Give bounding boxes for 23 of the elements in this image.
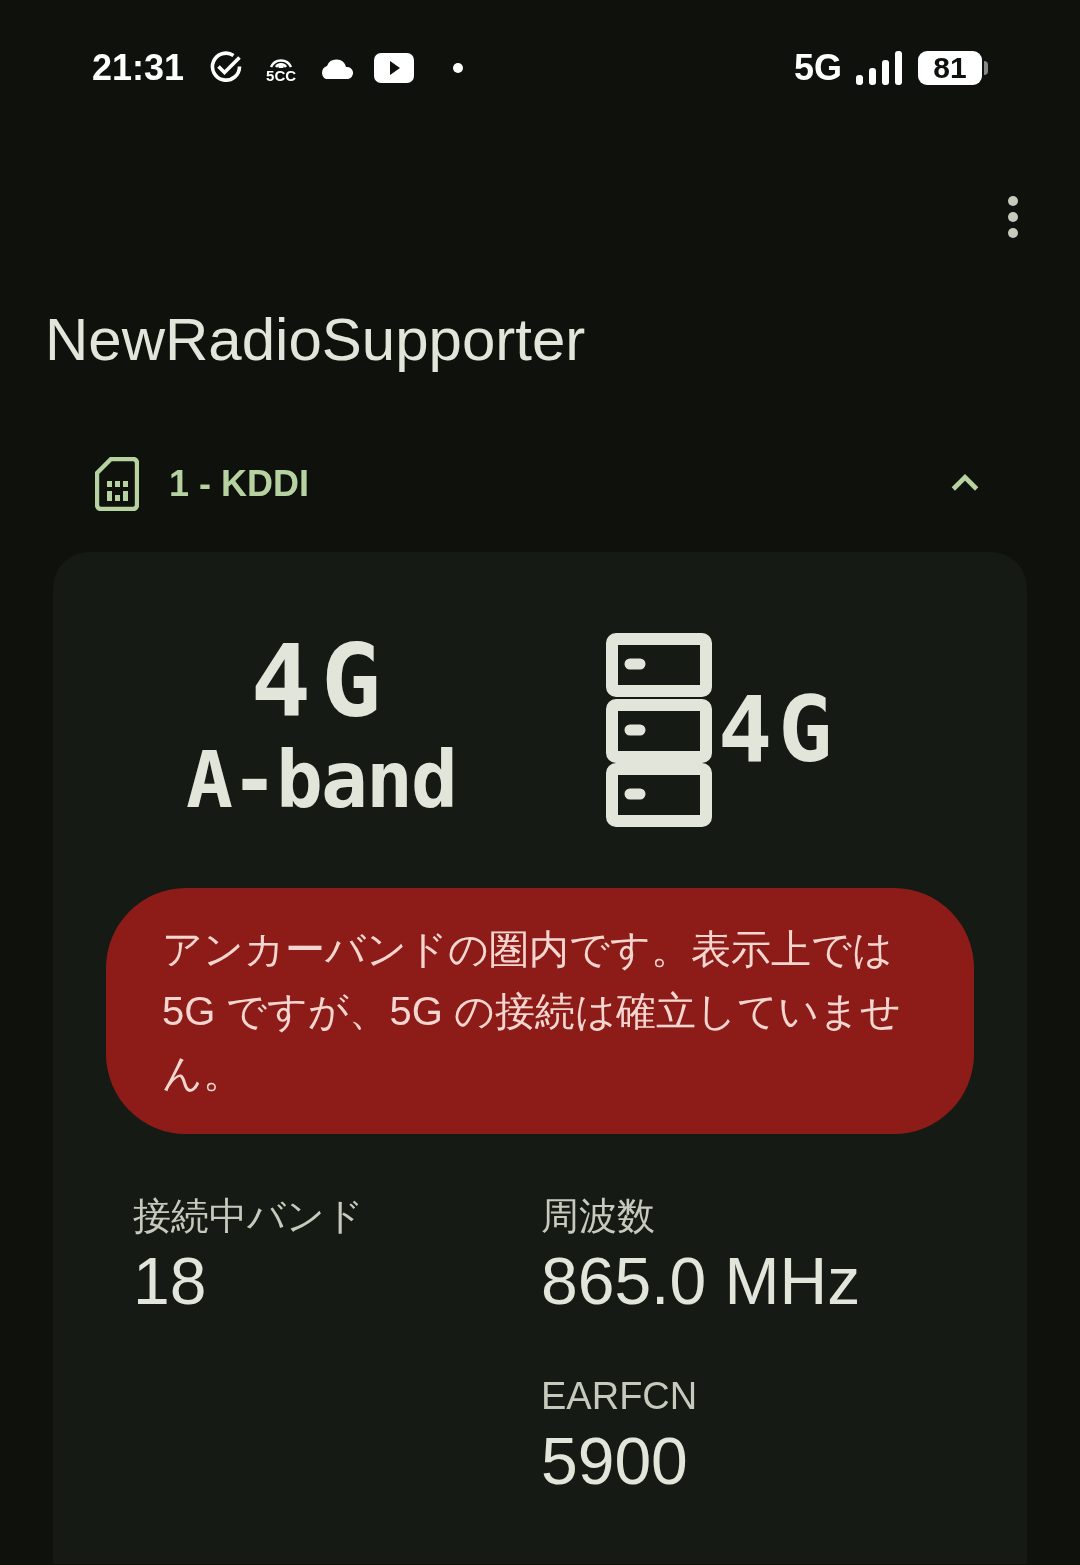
play-icon: [374, 52, 415, 83]
warning-banner: アンカーバンドの圏内です。表示上では 5G ですが、5G の接続は確立していません。: [106, 888, 974, 1134]
stacked-boxes-icon: [606, 633, 712, 827]
stack-network-label: 4G: [718, 685, 839, 775]
band-type-label: A-band: [186, 734, 456, 827]
app-title: NewRadioSupporter: [45, 305, 586, 375]
field-value: 18: [133, 1243, 207, 1320]
field-label: EARFCN: [541, 1374, 698, 1419]
dot-icon: [452, 61, 465, 74]
more-options-icon[interactable]: [1006, 195, 1020, 239]
sim-label: 1 - KDDI: [169, 461, 309, 506]
battery-indicator: 81: [918, 50, 988, 85]
field-label: 接続中バンド: [133, 1194, 364, 1239]
sim-header[interactable]: 1 - KDDI: [0, 415, 1080, 552]
signal-icon: [856, 50, 902, 85]
network-type-label: 4G: [250, 632, 392, 732]
sim-card-icon: [95, 456, 139, 511]
field-label: 周波数: [541, 1194, 655, 1239]
network-type: 5G: [793, 45, 842, 90]
status-time: 21:31: [92, 45, 185, 90]
field-value: 5900: [541, 1423, 688, 1500]
field-value: 865.0 MHz: [541, 1243, 861, 1320]
broadcast-badge: 5CC: [266, 52, 297, 83]
